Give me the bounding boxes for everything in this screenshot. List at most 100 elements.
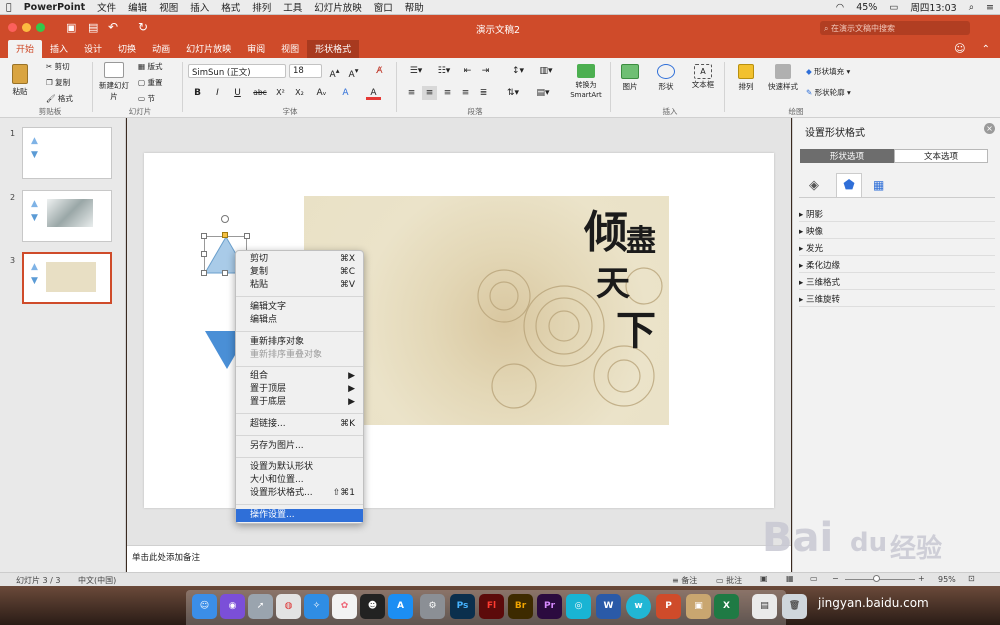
app-store-icon[interactable]: A — [388, 594, 413, 619]
font-color-icon[interactable]: A — [366, 86, 381, 100]
document-icon[interactable]: ▤ — [752, 594, 777, 619]
menu-item-cut[interactable]: 剪切 ⌘X — [236, 253, 363, 266]
menu-item-paste[interactable]: 粘贴 ⌘V — [236, 279, 363, 292]
notes-field[interactable]: 单击此处添加备注 — [127, 545, 791, 572]
menu-slideshow[interactable]: 幻灯片放映 — [308, 0, 368, 14]
format-painter-button[interactable]: 🖌 格式 — [46, 93, 73, 104]
menu-item-bring-to-front[interactable]: 置于顶层 ▶ — [236, 383, 363, 396]
apple-icon[interactable]:  — [0, 2, 18, 13]
tab-insert[interactable]: 插入 — [42, 40, 76, 58]
app-menu[interactable]: PowerPoint — [18, 2, 91, 13]
tab-view[interactable]: 视图 — [273, 40, 307, 58]
resize-handle[interactable] — [201, 251, 207, 257]
menu-item-hyperlink[interactable]: 超链接... ⌘K — [236, 418, 363, 431]
rotate-handle[interactable] — [221, 215, 229, 223]
shrink-font-icon[interactable]: A▾ — [346, 64, 361, 80]
superscript-button[interactable]: X² — [273, 86, 288, 100]
convert-smartart-button[interactable]: 转换为SmartArt — [566, 64, 606, 99]
menu-tools[interactable]: 工具 — [277, 0, 308, 14]
zoom-slider-thumb[interactable] — [873, 575, 880, 582]
zoom-level[interactable]: 95% — [938, 575, 956, 584]
menu-item-group[interactable]: 组合 ▶ — [236, 370, 363, 383]
resize-handle[interactable] — [201, 233, 207, 239]
finder-icon[interactable]: ☺ — [192, 594, 217, 619]
section-soft-edges[interactable]: ▸ 柔化边缘 — [799, 256, 995, 273]
fill-line-icon[interactable]: ◈ — [809, 178, 819, 193]
distributed-icon[interactable]: ≣ — [476, 86, 491, 100]
underline-button[interactable]: U — [230, 86, 245, 100]
shape-fill-button[interactable]: ◆ 形状填充 ▾ — [806, 66, 850, 77]
search-input[interactable]: ⌕ 在演示文稿中搜索 — [820, 21, 970, 35]
spotlight-icon[interactable]: ⌕ — [963, 2, 980, 13]
menu-item-save-as-picture[interactable]: 另存为图片... — [236, 440, 363, 453]
bullets-icon[interactable]: ☰▾ — [404, 64, 428, 78]
language-indicator[interactable]: 中文(中国) — [78, 575, 116, 586]
shape-outline-button[interactable]: ✎ 形状轮廓 ▾ — [806, 87, 851, 98]
resize-handle[interactable] — [222, 270, 228, 276]
zoom-slider[interactable] — [845, 579, 915, 580]
archive-icon[interactable]: ▣ — [686, 594, 711, 619]
flash-icon[interactable]: Fl — [479, 594, 504, 619]
bold-button[interactable]: B — [190, 86, 205, 100]
shape-options-tab[interactable]: 形状选项 — [800, 149, 894, 163]
columns-icon[interactable]: ▥▾ — [534, 64, 558, 78]
text-options-tab[interactable]: 文本选项 — [894, 149, 988, 163]
section-button[interactable]: ▭ 节 — [138, 93, 155, 104]
safari-icon[interactable]: ✧ — [304, 594, 329, 619]
notification-center-icon[interactable]: ≡ — [980, 2, 1000, 13]
font-size-select[interactable]: 18 — [289, 64, 322, 78]
align-text-icon[interactable]: ▤▾ — [532, 86, 554, 100]
menu-format[interactable]: 格式 — [215, 0, 246, 14]
adjust-handle[interactable] — [222, 232, 228, 238]
fit-slide-icon[interactable]: ⊡ — [968, 574, 975, 583]
resize-handle[interactable] — [244, 233, 250, 239]
numbering-icon[interactable]: ☷▾ — [432, 64, 456, 78]
align-right-icon[interactable]: ≡ — [440, 86, 455, 100]
reset-button[interactable]: ▢ 重置 — [138, 77, 162, 88]
change-case-icon[interactable]: Aᵥ — [314, 86, 329, 100]
collapse-ribbon-icon[interactable]: ⌃ — [972, 44, 1000, 58]
redo-icon[interactable]: ↻ — [138, 20, 148, 34]
tab-animations[interactable]: 动画 — [144, 40, 178, 58]
trash-icon[interactable]: 🗑 — [782, 594, 807, 619]
battery-percent[interactable]: 45% — [850, 2, 883, 13]
copy-button[interactable]: ❐ 复制 — [46, 77, 70, 88]
menu-item-set-default-shape[interactable]: 设置为默认形状 — [236, 461, 363, 474]
menu-view[interactable]: 视图 — [153, 0, 184, 14]
text-direction-icon[interactable]: ⇅▾ — [502, 86, 524, 100]
picture-button[interactable]: 图片 — [616, 64, 644, 92]
menu-item-edit-text[interactable]: 编辑文字 — [236, 301, 363, 314]
section-reflection[interactable]: ▸ 映像 — [799, 222, 995, 239]
word-icon[interactable]: W — [596, 594, 621, 619]
save-icon[interactable]: ▤ — [88, 21, 98, 34]
strikethrough-button[interactable]: abc — [250, 86, 270, 100]
slide-thumbnail-3-selected[interactable]: ▲ ▼ — [22, 252, 112, 304]
increase-indent-icon[interactable]: ⇥ — [478, 64, 493, 78]
slide-thumbnail-2[interactable]: ▲ ▼ — [22, 190, 112, 242]
effects-icon[interactable]: ⬟ — [836, 173, 862, 197]
tab-shape-format[interactable]: 形状格式 — [307, 40, 360, 58]
menu-item-send-to-back[interactable]: 置于底层 ▶ — [236, 396, 363, 409]
menu-window[interactable]: 窗口 — [368, 0, 399, 14]
font-name-select[interactable]: SimSun (正文) — [188, 64, 286, 78]
comments-toggle[interactable]: ▭ 批注 — [716, 575, 742, 586]
section-shadow[interactable]: ▸ 阴影 — [799, 205, 995, 222]
chrome-icon[interactable]: ◍ — [276, 594, 301, 619]
menu-arrange[interactable]: 排列 — [246, 0, 277, 14]
powerpoint-icon[interactable]: P — [656, 594, 681, 619]
menu-item-format-shape[interactable]: 设置形状格式... ⇧⌘1 — [236, 487, 363, 500]
text-effects-icon[interactable]: A — [338, 86, 353, 100]
undo-icon[interactable]: ↶ — [108, 20, 118, 34]
bridge-icon[interactable]: Br — [508, 594, 533, 619]
tab-design[interactable]: 设计 — [76, 40, 110, 58]
premiere-icon[interactable]: Pr — [537, 594, 562, 619]
italic-button[interactable]: I — [210, 86, 225, 100]
close-pane-icon[interactable]: × — [984, 123, 995, 134]
tab-transitions[interactable]: 切换 — [110, 40, 144, 58]
zoom-window-button[interactable] — [36, 23, 45, 32]
browser-icon[interactable]: ◎ — [566, 594, 591, 619]
zoom-out-icon[interactable]: − — [832, 574, 839, 583]
align-left-icon[interactable]: ≡ — [404, 86, 419, 100]
close-window-button[interactable] — [8, 23, 17, 32]
minimize-window-button[interactable] — [22, 23, 31, 32]
